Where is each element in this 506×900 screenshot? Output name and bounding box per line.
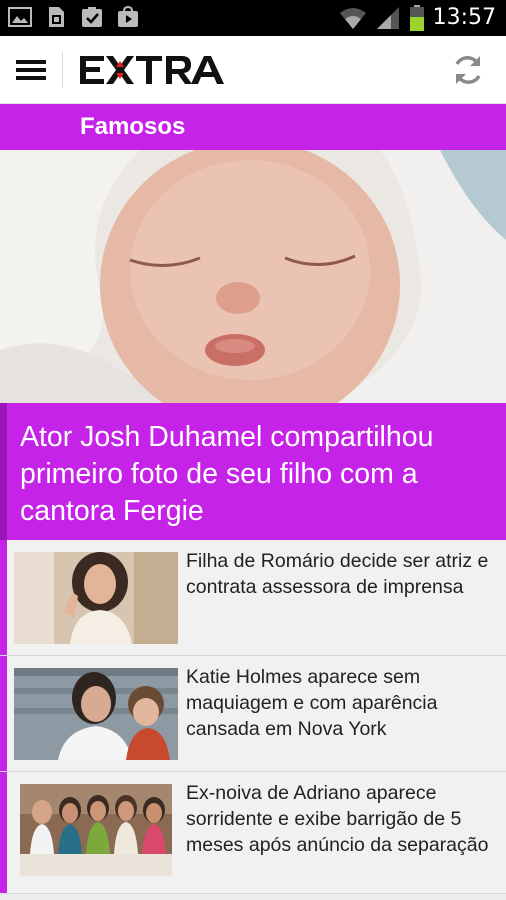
group-women-photo: [20, 784, 172, 876]
notification-icons: [8, 6, 140, 28]
katie-holmes-photo: [14, 668, 178, 760]
download-done-icon: [82, 7, 102, 27]
woman-portrait-photo: [14, 552, 178, 644]
system-icons: 13:57: [339, 3, 496, 33]
news-item[interactable]: Ex-noiva de Adriano aparece sorridente e…: [0, 772, 506, 894]
section-title: Famosos: [80, 113, 186, 140]
play-store-icon: [118, 6, 138, 27]
hero-headline[interactable]: Ator Josh Duhamel compartilhou primeiro …: [0, 403, 506, 540]
section-header: Famosos: [0, 104, 506, 150]
sim-card-icon: [49, 7, 64, 27]
app-bar: [0, 36, 506, 104]
hero-headline-text: Ator Josh Duhamel compartilhou primeiro …: [20, 421, 434, 527]
news-item-accent: [0, 540, 7, 655]
wifi-icon: [339, 8, 366, 29]
news-thumbnail: [14, 668, 178, 760]
status-bar: 13:57: [0, 0, 506, 36]
newborn-baby-photo: [0, 150, 506, 403]
news-list: Filha de Romário decide ser atriz e cont…: [0, 540, 506, 894]
hero-image[interactable]: [0, 150, 506, 403]
news-item[interactable]: Filha de Romário decide ser atriz e cont…: [0, 540, 506, 656]
battery-icon: [409, 5, 424, 31]
refresh-icon[interactable]: [450, 52, 486, 88]
news-title: Ex-noiva de Adriano aparece sorridente e…: [186, 782, 489, 856]
news-title: Filha de Romário decide ser atriz e cont…: [186, 550, 489, 598]
news-item-accent: [0, 656, 7, 771]
news-item-accent: [0, 772, 7, 893]
clock: 13:57: [432, 5, 496, 30]
news-thumbnail: [14, 552, 178, 644]
app-bar-divider: [62, 52, 63, 88]
news-title: Katie Holmes aparece sem maquiagem e com…: [186, 666, 438, 740]
news-item[interactable]: Katie Holmes aparece sem maquiagem e com…: [0, 656, 506, 772]
signal-icon: [376, 7, 399, 29]
news-thumbnail: [20, 784, 172, 876]
gallery-icon: [8, 7, 32, 27]
hamburger-menu-icon[interactable]: [14, 54, 48, 86]
extra-logo[interactable]: [78, 50, 228, 90]
